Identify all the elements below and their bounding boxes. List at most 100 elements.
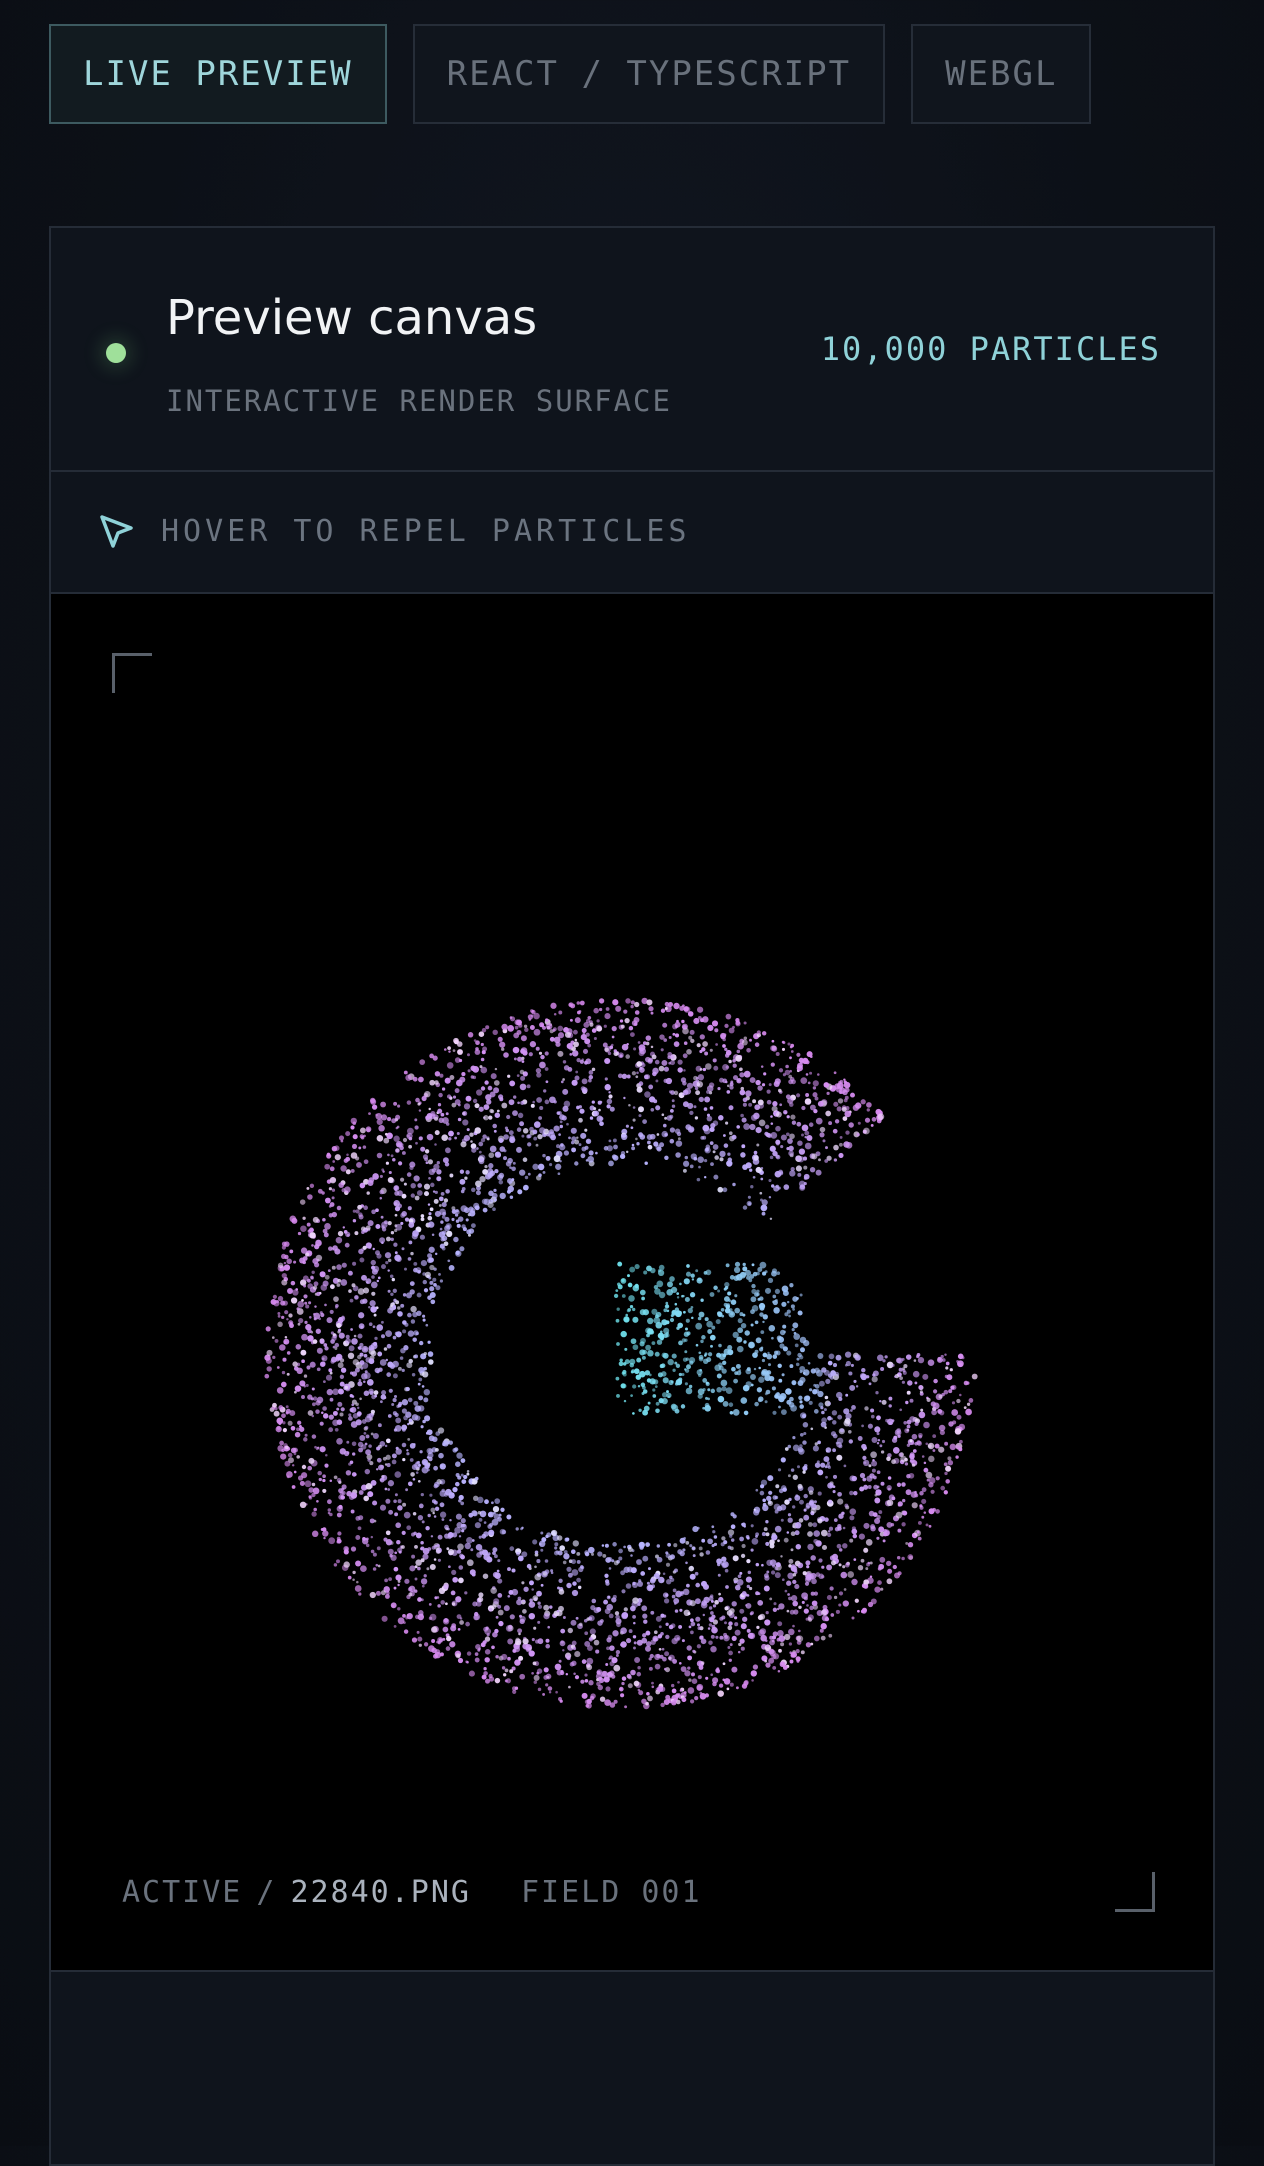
particle	[359, 1342, 364, 1348]
particle	[373, 1313, 377, 1317]
tab-react-typescript[interactable]: REACT / TYPESCRIPT	[412, 24, 886, 124]
particle	[716, 1387, 722, 1393]
particle	[681, 1697, 687, 1703]
particle	[445, 1602, 448, 1606]
particle	[313, 1507, 317, 1512]
particle	[558, 1659, 562, 1663]
particle	[455, 1481, 460, 1487]
particle	[949, 1368, 953, 1372]
particle	[832, 1474, 838, 1479]
particle	[570, 1559, 577, 1565]
particle	[811, 1600, 818, 1607]
particle	[405, 1411, 412, 1418]
particle	[803, 1431, 807, 1436]
particle	[707, 1397, 710, 1401]
particle	[761, 1563, 764, 1567]
particle	[620, 1570, 626, 1576]
particle	[572, 1646, 577, 1651]
particle	[862, 1455, 867, 1460]
particle	[584, 1679, 589, 1683]
particle	[353, 1334, 357, 1338]
particle	[492, 1207, 496, 1212]
particle	[389, 1274, 394, 1279]
particle	[694, 1116, 699, 1120]
particle	[773, 1307, 780, 1314]
particle	[803, 1339, 810, 1347]
particle	[737, 1345, 744, 1353]
particle	[287, 1288, 293, 1294]
particle	[761, 1211, 766, 1216]
particle	[718, 1343, 722, 1348]
particle	[751, 1679, 754, 1682]
particle	[401, 1442, 407, 1448]
particle	[802, 1571, 807, 1576]
particle	[638, 1081, 644, 1086]
particle	[926, 1397, 931, 1402]
particle	[455, 1461, 461, 1467]
particle	[512, 1161, 516, 1165]
particle	[700, 1136, 705, 1140]
particle	[447, 1532, 454, 1538]
particle	[410, 1251, 414, 1256]
particle	[633, 1680, 640, 1687]
particle	[615, 1614, 620, 1620]
particle	[519, 1069, 525, 1075]
particle	[319, 1311, 323, 1315]
particle	[588, 1070, 594, 1075]
particle	[612, 999, 619, 1006]
particle	[850, 1363, 854, 1367]
particle	[840, 1571, 848, 1579]
particle	[529, 1580, 534, 1586]
particle	[334, 1154, 341, 1161]
particle	[606, 1145, 613, 1152]
particle	[621, 1676, 627, 1681]
particle	[286, 1372, 290, 1376]
particle	[435, 1285, 441, 1291]
particle	[957, 1360, 964, 1368]
particle	[573, 1041, 579, 1048]
particle	[357, 1381, 363, 1387]
particle	[812, 1086, 817, 1090]
particle	[766, 1099, 772, 1105]
particle	[632, 1384, 637, 1389]
particle	[754, 1104, 761, 1111]
particle	[756, 1030, 761, 1035]
particle	[839, 1135, 843, 1139]
particle	[585, 1703, 590, 1708]
particle	[420, 1260, 427, 1267]
particle	[801, 1124, 809, 1132]
particle	[436, 1161, 440, 1165]
particle	[861, 1607, 868, 1613]
particle	[303, 1374, 308, 1378]
particle	[780, 1518, 784, 1522]
particle	[851, 1528, 858, 1535]
particle	[454, 1447, 459, 1452]
particle	[927, 1444, 932, 1448]
particle	[645, 1542, 650, 1547]
particle	[429, 1613, 437, 1621]
particle	[340, 1407, 345, 1412]
particle	[319, 1446, 326, 1453]
particle	[690, 1630, 694, 1635]
particle	[673, 1597, 680, 1604]
particle	[845, 1413, 852, 1420]
particle	[750, 1524, 754, 1528]
particle	[414, 1195, 420, 1201]
render-canvas[interactable]: ACTIVE / 22840.PNG FIELD 001	[51, 594, 1213, 1972]
particle	[823, 1082, 830, 1088]
particle	[757, 1267, 763, 1272]
tab-webgl[interactable]: WEBGL	[911, 24, 1092, 124]
particle	[368, 1245, 372, 1249]
particle	[655, 1311, 662, 1318]
particle	[679, 1550, 685, 1557]
particle	[266, 1349, 273, 1356]
particle	[302, 1260, 306, 1265]
particle	[286, 1258, 292, 1265]
particle	[933, 1378, 938, 1384]
particle	[871, 1376, 878, 1383]
particle	[965, 1408, 972, 1416]
particle	[887, 1568, 893, 1574]
tab-live-preview[interactable]: LIVE PREVIEW	[49, 24, 387, 124]
particle-logo[interactable]	[261, 984, 1021, 1744]
particle	[632, 1635, 637, 1639]
